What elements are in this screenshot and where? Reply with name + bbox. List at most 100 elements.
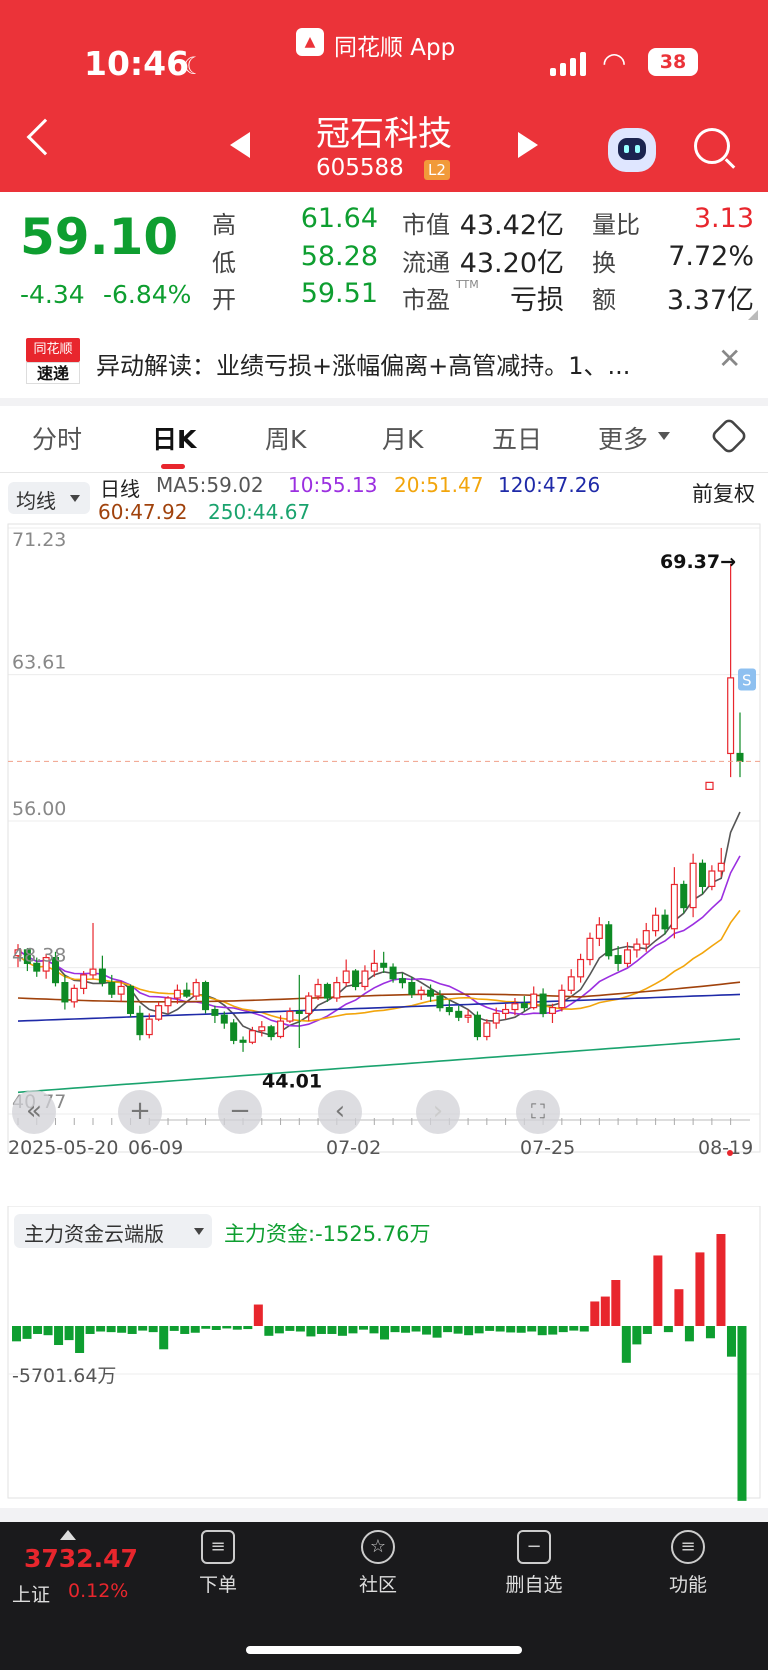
candle-body [436, 995, 444, 1009]
fund-bar [295, 1326, 305, 1332]
news-banner[interactable]: 同花顺 速递 异动解读：业绩亏损+涨幅偏离+高管减持。1、... ✕ [0, 326, 768, 398]
ma-legend-item: 日线 [100, 477, 140, 501]
level-badge: L2 [424, 160, 450, 180]
candle-body [727, 677, 735, 755]
candle-body [567, 976, 575, 991]
bottom-tab-functions[interactable]: ≡ 功能 [638, 1530, 738, 1597]
candle-body [670, 883, 678, 930]
fund-bar [464, 1326, 474, 1336]
candle-body [202, 982, 210, 1011]
fund-bar [411, 1326, 421, 1332]
y-axis-label: 63.61 [12, 652, 66, 674]
fund-bar [684, 1326, 694, 1342]
tab-daily-k[interactable]: 日K [152, 420, 196, 456]
header: 10:46 ☾ ▲ 同花顺 App ◠ 38 冠石科技 605588 L2 [0, 0, 768, 192]
candle-body [136, 1012, 144, 1036]
stock-code: 605588 [316, 155, 404, 181]
candle-body [192, 982, 200, 997]
candle-body [277, 1020, 285, 1038]
bottom-tab-community[interactable]: ☆ 社区 [328, 1530, 428, 1597]
candle-body [633, 943, 641, 951]
stock-name: 冠石科技 [316, 114, 452, 154]
candle-body [689, 862, 697, 909]
minus-box-icon: − [517, 1530, 551, 1564]
candle-body [70, 987, 78, 1003]
source-app-label[interactable]: 同花顺 App [334, 28, 455, 62]
current-price: 59.10 [20, 208, 179, 266]
bottom-tab-remove-watchlist-label: 删自选 [505, 1574, 563, 1596]
news-badge-top: 同花顺 [26, 338, 80, 362]
zoom-in-icon[interactable]: + [118, 1090, 162, 1134]
quote-value: 58.28 [300, 241, 378, 272]
ma-legend-item: 20:51.47 [394, 473, 484, 497]
fund-bar [201, 1326, 211, 1329]
candle-body [239, 1039, 247, 1043]
index-value[interactable]: 3732.47 [24, 1544, 138, 1573]
tab-weekly-k[interactable]: 周K [265, 420, 306, 456]
quote-label: 开 [212, 286, 236, 314]
candle-body [652, 914, 660, 932]
scroll-left-icon[interactable]: ‹ [318, 1090, 362, 1134]
scroll-left-fast-icon[interactable]: « [12, 1090, 56, 1134]
fund-bar [232, 1326, 242, 1330]
fund-bar [422, 1326, 432, 1335]
prev-stock-icon[interactable] [230, 132, 250, 158]
bottom-tab-functions-label: 功能 [668, 1574, 707, 1596]
bottom-tab-remove-watchlist[interactable]: − 删自选 [484, 1530, 584, 1597]
quote-label: 换 [592, 249, 616, 277]
candle-body [145, 1018, 153, 1036]
fund-bar [316, 1326, 326, 1334]
high-price-marker: 69.37→ [660, 551, 736, 573]
candle-body [502, 1008, 510, 1014]
tab-monthly-k[interactable]: 月K [382, 420, 423, 456]
next-stock-icon[interactable] [518, 132, 538, 158]
fund-bar [127, 1326, 137, 1334]
quote-label: 流通 [402, 249, 450, 277]
back-icon[interactable] [26, 118, 64, 156]
fund-bar [348, 1326, 358, 1334]
candle-body [127, 985, 135, 1014]
fund-bar [159, 1326, 169, 1350]
fund-bar [474, 1326, 484, 1334]
candle-body [342, 970, 350, 984]
fund-chart-frame [7, 1206, 761, 1499]
candle-body [483, 1022, 491, 1038]
tab-minute[interactable]: 分时 [32, 420, 82, 456]
x-axis-label: 2025-05-20 [8, 1137, 118, 1159]
candle-body [305, 995, 313, 1014]
fund-bar [285, 1326, 295, 1331]
ma-legend-item: 60:47.92 [98, 500, 188, 524]
battery-icon: 38 [648, 48, 698, 76]
ma-legend-item: MA5:59.02 [156, 473, 264, 497]
low-price-marker: 44.01 [262, 1071, 322, 1093]
quote-label: 市值 [402, 211, 450, 239]
candle-body [108, 982, 116, 995]
candle-body [455, 1010, 463, 1018]
tab-more[interactable]: 更多 [598, 420, 648, 456]
settings-icon[interactable] [709, 416, 749, 456]
price-adjust-mode[interactable]: 前复权 [692, 478, 755, 508]
quote-value: 43.42亿 [459, 210, 564, 241]
candle-body [164, 997, 172, 1007]
close-icon[interactable]: ✕ [718, 342, 741, 375]
app-screen: 10:46 ☾ ▲ 同花顺 App ◠ 38 冠石科技 605588 L2 59… [0, 0, 768, 1670]
fund-bar [22, 1326, 32, 1339]
x-axis-label: 07-02 [326, 1137, 381, 1159]
tab-five-day[interactable]: 五日 [492, 420, 542, 456]
ma-selector[interactable]: 均线 [8, 482, 90, 514]
index-name: 上证 [12, 1584, 51, 1606]
assistant-robot-icon[interactable] [608, 128, 656, 172]
moon-icon: ☾ [183, 52, 205, 80]
fullscreen-icon[interactable]: ⛶ [516, 1090, 560, 1134]
bottom-tab-order[interactable]: ≡ 下单 [168, 1530, 268, 1597]
fund-bar [527, 1326, 537, 1332]
kline-chart[interactable]: 71.2363.6156.0048.3840.7769.37→44.01S202… [0, 522, 768, 1162]
trade-marker [705, 781, 714, 790]
candle-body [680, 883, 688, 909]
candle-body [155, 1005, 163, 1020]
candle-body [183, 989, 191, 997]
fund-bar [243, 1326, 253, 1330]
fund-bar [190, 1326, 200, 1333]
zoom-out-icon[interactable]: − [218, 1090, 262, 1134]
scroll-right-icon[interactable]: › [416, 1090, 460, 1134]
